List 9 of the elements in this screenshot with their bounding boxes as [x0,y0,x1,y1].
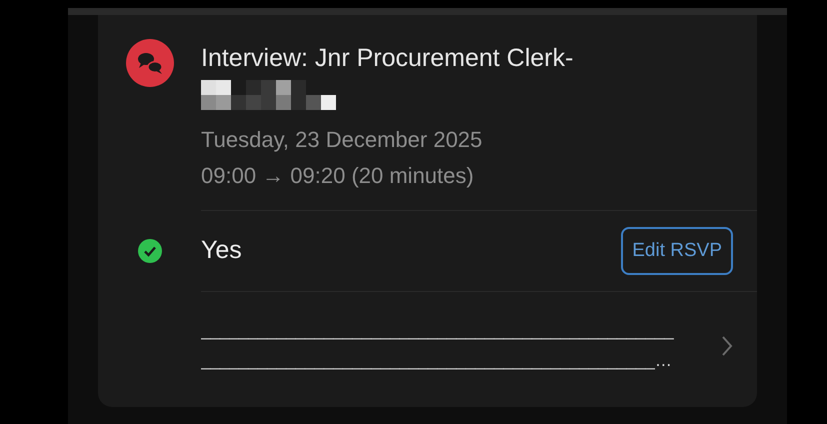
description-line: __________________________________________________ [201,320,675,342]
event-time: 09:00 → 09:20 (20 minutes) [201,162,475,190]
rsvp-response: Yes [201,235,242,266]
description-line: ________________________________________________… [201,350,673,372]
event-date: Tuesday, 23 December 2025 [201,126,484,154]
chevron-right-icon[interactable] [721,334,733,357]
chat-bubbles-icon [126,39,174,87]
edit-rsvp-button[interactable]: Edit RSVP [621,227,733,275]
event-title: Interview: Jnr Procurement Clerk- [201,43,574,74]
